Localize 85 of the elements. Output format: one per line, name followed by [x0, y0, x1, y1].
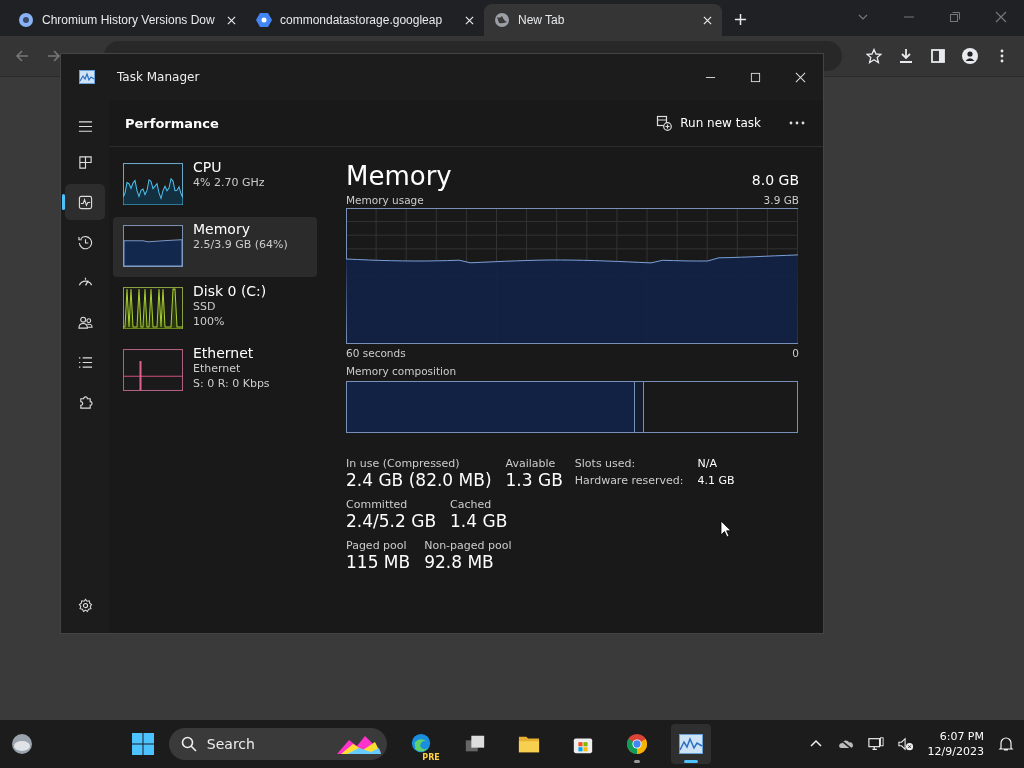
star-icon[interactable]: [866, 48, 882, 64]
history-icon: [77, 234, 93, 250]
puzzle-icon: [77, 394, 93, 410]
stat-label: Committed: [346, 498, 409, 511]
side-panel-icon[interactable]: [930, 48, 946, 64]
resource-item[interactable]: Disk 0 (C:) SSD 100%: [113, 279, 317, 339]
taskbar-app[interactable]: PRE: [400, 724, 441, 764]
stat-label: Cached: [450, 498, 493, 511]
resource-detail: 4% 2.70 GHz: [193, 175, 265, 190]
stat-value: 1.3 GB: [505, 470, 563, 490]
spec-value: 4.1 GB: [697, 474, 735, 487]
axis-label: 60 seconds: [346, 347, 406, 359]
resource-item[interactable]: Ethernet Ethernet S: 0 R: 0 Kbps: [113, 341, 317, 401]
page-title: Performance: [125, 115, 219, 131]
search-icon: [180, 736, 197, 752]
resource-name: CPU: [193, 159, 223, 175]
restore-icon[interactable]: [949, 11, 961, 23]
more-icon[interactable]: [789, 121, 805, 125]
memory-graph: [123, 225, 183, 267]
resource-detail: 100%: [193, 314, 226, 329]
download-icon[interactable]: [898, 48, 914, 64]
profile-icon[interactable]: [962, 48, 978, 64]
composition-label: Memory composition: [346, 365, 458, 377]
chrome-icon: [624, 733, 649, 755]
search-field[interactable]: Search: [168, 728, 387, 760]
browser-tab[interactable]: commondatastorage.googleap: [246, 4, 484, 36]
resource-title: Memory: [346, 161, 452, 191]
taskbar-app[interactable]: [670, 724, 711, 764]
spec-label: Hardware reserved:: [574, 474, 684, 487]
new-task-icon: [656, 115, 673, 131]
start-icon[interactable]: [130, 732, 155, 756]
ethernet-graph: [123, 349, 183, 391]
run-new-task-button[interactable]: Run new task: [650, 109, 767, 137]
resource-detail: 2.5/3.9 GB (64%): [193, 237, 288, 252]
pulse-icon: [77, 194, 93, 210]
stat-label: Non-paged pool: [424, 539, 512, 552]
muted-speaker-icon[interactable]: [897, 736, 914, 752]
list-icon: [77, 354, 93, 370]
hexagon-icon: [256, 12, 272, 28]
browser-tab[interactable]: Chromium History Versions Dow: [8, 4, 246, 36]
stat-value: 1.4 GB: [450, 511, 508, 531]
spec-value: N/A: [697, 457, 718, 470]
resource-item[interactable]: Memory 2.5/3.9 GB (64%): [113, 217, 317, 277]
network-icon[interactable]: [867, 736, 884, 752]
forward-icon[interactable]: [46, 48, 62, 64]
globe-icon: [494, 12, 510, 28]
chart-icon: [678, 733, 703, 755]
mouse-cursor: [720, 520, 732, 538]
graph-max: 3.9 GB: [763, 194, 799, 206]
graph-label: Memory usage: [346, 194, 424, 206]
resource-item[interactable]: CPU 4% 2.70 GHz: [113, 155, 317, 215]
stat-value: 2.4 GB (82.0 MB): [346, 470, 492, 490]
chromium-icon: [18, 12, 34, 28]
date: 12/9/2023: [927, 744, 984, 759]
resource-name: Disk 0 (C:): [193, 283, 267, 299]
stat-value: 2.4/5.2 GB: [346, 511, 437, 531]
stat-label: Paged pool: [346, 539, 408, 552]
resource-detail: Ethernet: [193, 361, 242, 376]
resource-detail: SSD: [193, 299, 217, 314]
browser-tab[interactable]: New Tab: [484, 4, 722, 36]
nav-button[interactable]: [65, 184, 105, 220]
users-icon: [77, 314, 93, 330]
axis-label: 0: [792, 347, 799, 359]
resource-name: Ethernet: [193, 345, 255, 361]
grid-icon: [77, 154, 93, 170]
disk-graph: [123, 287, 183, 329]
notification-icon[interactable]: [998, 736, 1014, 752]
time: 6:07 PM: [939, 729, 984, 744]
spec-label: Slots used:: [574, 457, 637, 470]
stat-label: In use (Compressed): [346, 457, 461, 470]
weather-icon[interactable]: [10, 732, 34, 756]
total-memory: 8.0 GB: [751, 172, 799, 188]
resource-name: Memory: [193, 221, 251, 237]
window-title: Task Manager: [117, 70, 200, 84]
new-tab-icon[interactable]: [734, 13, 747, 26]
stat-value: 92.8 MB: [424, 552, 495, 572]
badge: PRE: [421, 753, 441, 762]
resource-detail: S: 0 R: 0 Kbps: [193, 376, 270, 391]
chart-icon: [79, 70, 95, 84]
back-icon[interactable]: [14, 48, 30, 64]
cpu-graph: [123, 163, 183, 205]
stat-value: 115 MB: [346, 552, 411, 572]
maximize-icon[interactable]: [750, 71, 761, 83]
stat-label: Available: [505, 457, 557, 470]
clock[interactable]: 6:07 PM 12/9/2023: [927, 729, 984, 759]
